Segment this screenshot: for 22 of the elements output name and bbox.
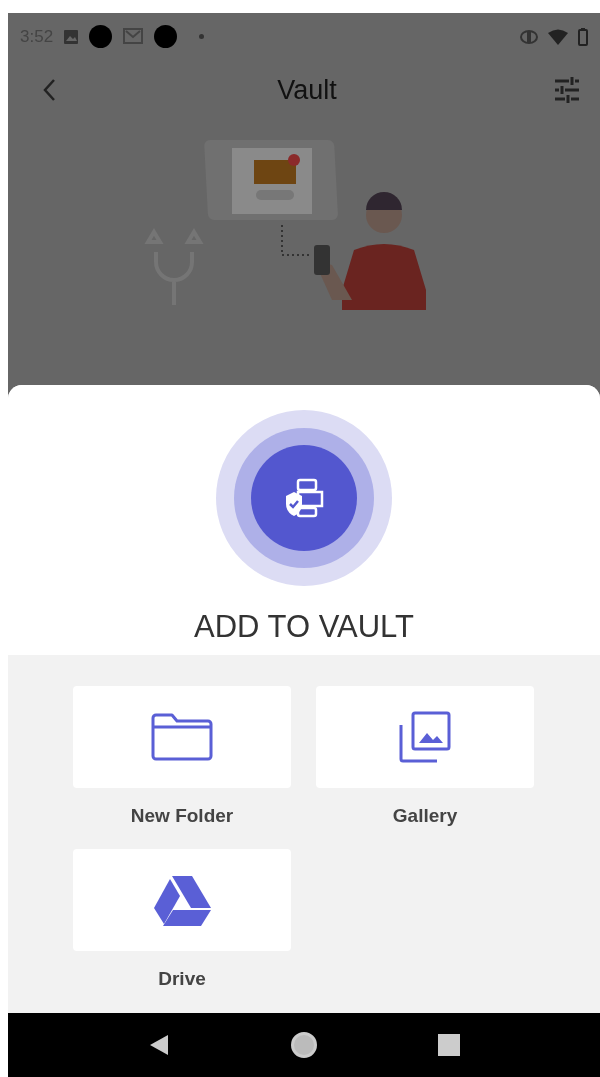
add-option-tile[interactable]	[73, 686, 291, 788]
gallery-icon	[399, 711, 451, 763]
dot-notification-icon	[154, 25, 178, 48]
wifi-icon	[548, 28, 568, 45]
filter-button[interactable]	[552, 75, 582, 105]
add-option-tile[interactable]	[73, 848, 291, 951]
mail-notification-icon	[122, 26, 145, 47]
dot-notification-icon	[89, 25, 113, 48]
vibrate-icon	[520, 28, 538, 45]
option-label: Drive	[158, 966, 206, 991]
back-triangle-icon[interactable]	[148, 1034, 171, 1056]
option-label: New Folder	[130, 804, 234, 828]
battery-icon	[578, 27, 588, 46]
add-option-tile[interactable]	[316, 686, 534, 788]
option-label: Gallery	[392, 804, 458, 828]
image-notification-icon	[63, 28, 80, 45]
recents-square-icon[interactable]	[437, 1034, 460, 1056]
sliders-icon	[553, 77, 581, 103]
folder-icon	[150, 712, 214, 762]
screen-title: Vault	[277, 73, 337, 107]
triangle-logo-icon	[152, 873, 212, 926]
sheet-title: ADD TO VAULT	[194, 608, 414, 646]
